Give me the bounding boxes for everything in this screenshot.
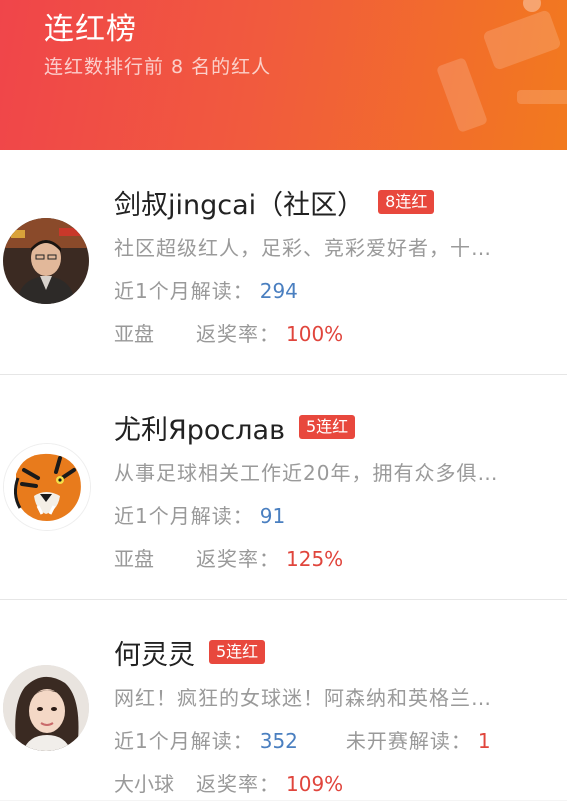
monthly-count: 294 [259,279,298,303]
monthly-label: 近1个月解读： [114,279,254,303]
gavel-decoration-icon [437,10,567,132]
expert-description: 社区超级红人，足彩、竞彩爱好者，十… [114,236,492,260]
play-type: 亚盘 [114,322,154,346]
page-title: 连红榜 [44,12,137,47]
return-rate-label: 返奖率： [196,322,280,346]
win-streak-badge: 8连红 [378,190,435,214]
expert-card[interactable]: 剑叔jingcai（社区） 8连红 社区超级红人，足彩、竞彩爱好者，十… 近1个… [0,150,567,375]
pending-count: 1 [477,729,491,753]
expert-card[interactable]: 何灵灵 5连红 网红！疯狂的女球迷！阿森纳和英格兰… 近1个月解读： 352 未… [0,600,567,800]
monthly-label: 近1个月解读： [114,729,254,753]
expert-card[interactable]: 尤利Ярослав 5连红 从事足球相关工作近20年，拥有众多俱… 近1个月解读… [0,375,567,600]
expert-list: 剑叔jingcai（社区） 8连红 社区超级红人，足彩、竞彩爱好者，十… 近1个… [0,150,567,800]
expert-description: 从事足球相关工作近20年，拥有众多俱… [114,461,499,485]
expert-name[interactable]: 剑叔jingcai（社区） [114,183,364,222]
return-rate-value: 109% [286,772,344,796]
page-subtitle: 连红数排行前 8 名的红人 [44,56,272,78]
woman-photo-avatar[interactable] [3,665,89,751]
return-rate-label: 返奖率： [196,772,280,796]
expert-name[interactable]: 尤利Ярослав [114,408,285,447]
pending-label: 未开赛解读： [345,729,472,753]
man-photo-avatar[interactable] [3,218,89,304]
return-rate-label: 返奖率： [196,547,280,571]
win-streak-badge: 5连红 [298,415,356,439]
expert-description: 网红！疯狂的女球迷！阿森纳和英格兰… [114,686,492,710]
play-type: 亚盘 [114,547,154,571]
play-type: 大小球 [114,772,174,796]
win-streak-badge: 5连红 [209,640,266,664]
expert-name[interactable]: 何灵灵 [114,633,195,672]
tiger-avatar[interactable] [3,443,91,531]
monthly-label: 近1个月解读： [114,504,254,528]
return-rate-value: 125% [286,547,344,571]
monthly-count: 352 [259,729,298,753]
leaderboard-header: 连红榜 连红数排行前 8 名的红人 [0,0,567,150]
monthly-count: 91 [259,504,286,528]
return-rate-value: 100% [286,322,344,346]
